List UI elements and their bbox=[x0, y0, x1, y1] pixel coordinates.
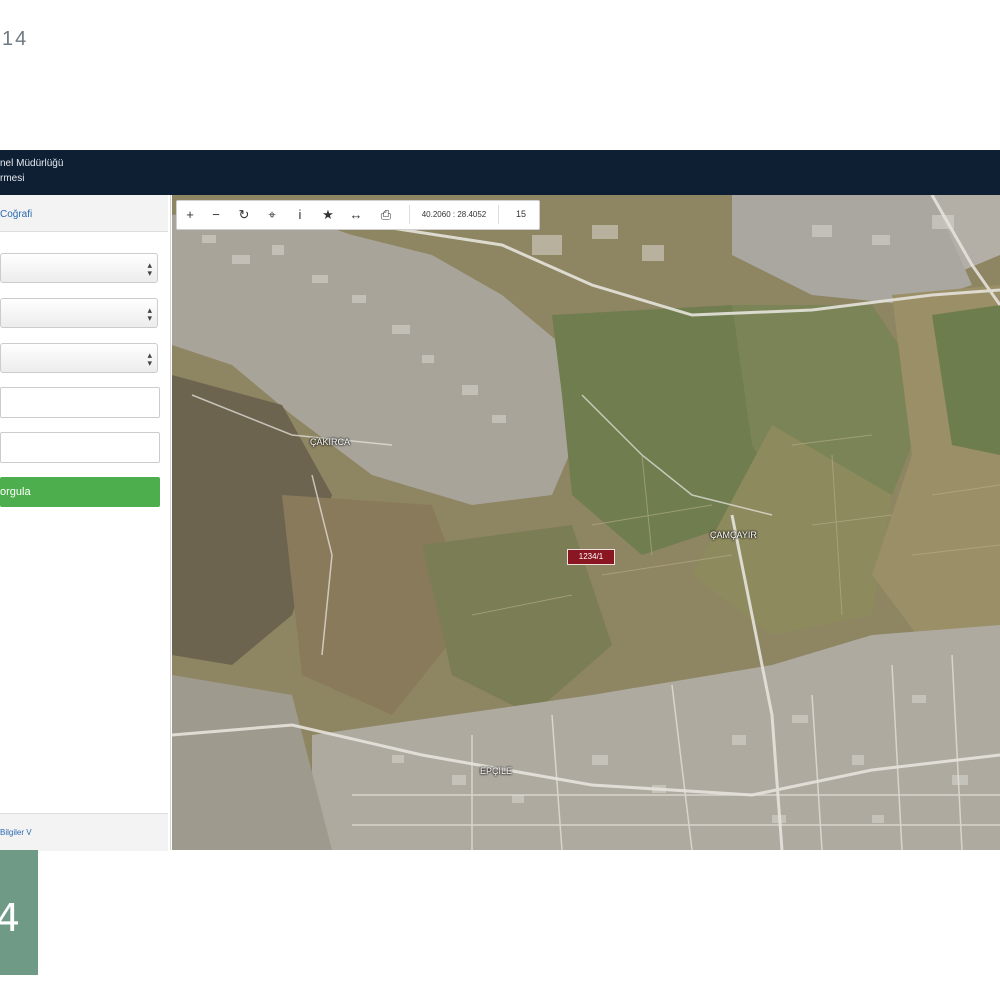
query-button[interactable]: orgula bbox=[0, 477, 160, 507]
parcel-number-input[interactable] bbox=[0, 432, 160, 463]
measure-icon[interactable]: ↔ bbox=[345, 205, 367, 225]
place-label: ÇAKIRCA bbox=[310, 437, 351, 447]
app-header: nel Müdürlüğü rmesi bbox=[0, 150, 1000, 195]
parcel-label[interactable]: 1234/1 bbox=[567, 549, 615, 565]
select-arrow-icon: ▴ ▾ bbox=[147, 305, 152, 323]
query-sidebar: Coğrafi ▴ ▾ ▴ ▾ ▴ ▾ orgula Bilgiler V bbox=[0, 195, 171, 851]
district-select[interactable]: ▴ ▾ bbox=[0, 298, 158, 328]
corner-number: 14 bbox=[2, 28, 29, 50]
select-arrow-icon: ▴ ▾ bbox=[147, 260, 152, 278]
satellite-map[interactable] bbox=[172, 195, 1000, 850]
sidebar-footer: Bilgiler V bbox=[0, 813, 168, 851]
footer-link[interactable]: Bilgiler V bbox=[0, 828, 32, 837]
zoom-level: 15 bbox=[515, 209, 526, 219]
province-select[interactable]: ▴ ▾ bbox=[0, 253, 158, 283]
info-icon[interactable]: i bbox=[289, 205, 311, 225]
locate-icon[interactable]: ⌖ bbox=[261, 205, 283, 225]
map-imagery bbox=[172, 195, 1000, 850]
block-number-input[interactable] bbox=[0, 387, 160, 418]
print-icon[interactable]: ⎙ bbox=[375, 205, 397, 225]
star-icon[interactable]: ★ bbox=[317, 205, 339, 225]
sidebar-header: Coğrafi bbox=[0, 195, 168, 232]
neighborhood-select[interactable]: ▴ ▾ bbox=[0, 343, 158, 373]
map-toolbar: + − ↻ ⌖ i ★ ↔ ⎙ 40.2060 : 28.4052 15 bbox=[176, 200, 540, 230]
query-button-label: orgula bbox=[0, 486, 31, 498]
sidebar-section-title[interactable]: Coğrafi bbox=[0, 209, 32, 220]
place-label: EPÇILE bbox=[480, 766, 513, 776]
zoom-in-icon[interactable]: + bbox=[179, 205, 201, 225]
refresh-icon[interactable]: ↻ bbox=[233, 205, 255, 225]
zoom-out-icon[interactable]: − bbox=[205, 205, 227, 225]
brand-logo: 4 bbox=[0, 850, 38, 975]
header-title-line1: nel Müdürlüğü bbox=[0, 158, 64, 169]
header-title-line2: rmesi bbox=[0, 173, 25, 184]
logo-glyph: 4 bbox=[0, 896, 21, 940]
select-arrow-icon: ▴ ▾ bbox=[147, 350, 152, 368]
place-label: ÇAMÇAYIR bbox=[710, 530, 757, 540]
coordinate-readout: 40.2060 : 28.4052 bbox=[409, 205, 499, 224]
